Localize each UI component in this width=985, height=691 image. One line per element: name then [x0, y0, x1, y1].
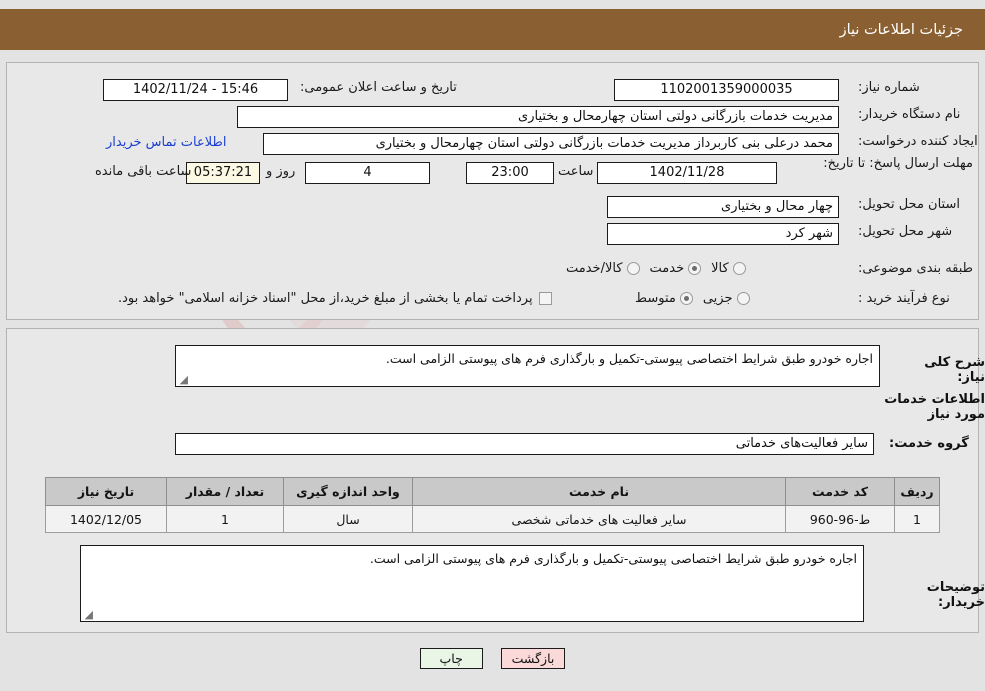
buyer-notes-label: توضیحات خریدار: [926, 580, 985, 610]
radio-kala-label: کالا [711, 261, 729, 276]
th-name: نام خدمت [412, 477, 786, 506]
resize-grip-icon-2[interactable]: ◢ [83, 609, 93, 620]
province-row: استان محل تحویل: [858, 197, 960, 212]
print-button[interactable]: چاپ [419, 648, 483, 669]
radio-kala[interactable] [732, 262, 746, 275]
cell-qty: 1 [166, 505, 284, 533]
radio-motavaset[interactable] [679, 292, 693, 305]
buyer-contact-link[interactable]: اطلاعات تماس خریدار [106, 135, 226, 150]
cell-date: 1402/12/05 [45, 505, 167, 533]
purchase-type-label: نوع فرآیند خرید : [858, 291, 950, 306]
purchase-type-options: جزیی متوسط [625, 291, 750, 306]
th-radif: ردیف [894, 477, 940, 506]
announce-datetime-field: 15:46 - 1402/11/24 [103, 79, 288, 101]
buyer-org-row: نام دستگاه خریدار: [858, 107, 960, 122]
general-desc-label: شرح کلی نیاز: [924, 355, 985, 385]
th-date: تاریخ نیاز [45, 477, 167, 506]
province-label: استان محل تحویل: [858, 197, 960, 212]
announce-datetime-row: تاریخ و ساعت اعلان عمومی: [300, 80, 457, 95]
city-row: شهر محل تحویل: [858, 224, 952, 239]
deadline-hour-field: 23:00 [466, 162, 554, 184]
radio-khedmat-label: خدمت [649, 261, 685, 276]
radio-motavaset-label: متوسط [635, 291, 676, 306]
general-desc-textarea[interactable]: اجاره خودرو طبق شرایط اختصاصی پیوستی-تکم… [175, 345, 880, 387]
cell-radif: 1 [894, 505, 940, 533]
radio-jozyi[interactable] [736, 292, 750, 305]
province-field: چهار محال و بختیاری [607, 196, 839, 218]
page-title: جزئیات اطلاعات نیاز [839, 21, 963, 38]
table-header-row: ردیف کد خدمت نام خدمت واحد اندازه گیری ت… [45, 477, 940, 506]
requester-field: محمد درعلی بنی کاربرداز مدیریت خدمات باز… [263, 133, 839, 155]
services-heading: اطلاعات خدمات مورد نیاز [884, 392, 985, 422]
general-desc-text: اجاره خودرو طبق شرایط اختصاصی پیوستی-تکم… [385, 351, 873, 366]
announce-datetime-label: تاریخ و ساعت اعلان عمومی: [300, 80, 457, 95]
table-row: 1 ط-96-960 سایر فعالیت های خدماتی شخصی س… [45, 505, 940, 533]
radio-jozyi-label: جزیی [702, 291, 733, 306]
classification-options: کالا خدمت کالا/خدمت [556, 261, 746, 276]
treasury-bond-label: پرداخت تمام یا بخشی از مبلغ خرید،از محل … [118, 291, 533, 306]
th-unit: واحد اندازه گیری [283, 477, 413, 506]
requester-label: ایجاد کننده درخواست: [858, 134, 978, 149]
service-group-label: گروه خدمت: [889, 436, 969, 451]
deadline-remaining-label: ساعت باقی مانده [95, 164, 192, 179]
cell-name: سایر فعالیت های خدماتی شخصی [412, 505, 786, 533]
radio-kala-khedmat[interactable] [626, 262, 640, 275]
radio-kala-khedmat-label: کالا/خدمت [566, 261, 623, 276]
classification-label: طبقه بندی موضوعی: [858, 261, 974, 276]
deadline-label-wrap: مهلت ارسال پاسخ: تا تاریخ: [823, 155, 973, 172]
th-qty: تعداد / مقدار [166, 477, 284, 506]
back-button[interactable]: بازگشت [500, 648, 566, 669]
cell-code: ط-96-960 [785, 505, 895, 533]
buyer-org-field: مدیریت خدمات بازرگانی دولتی استان چهارمح… [237, 106, 839, 128]
requester-row: ایجاد کننده درخواست: [858, 134, 978, 149]
need-number-field: 1102001359000035 [614, 79, 839, 101]
radio-khedmat[interactable] [688, 262, 702, 275]
classification-row: طبقه بندی موضوعی: [858, 261, 973, 276]
treasury-bond-checkbox-row[interactable]: پرداخت تمام یا بخشی از مبلغ خرید،از محل … [118, 291, 552, 306]
purchase-type-row: نوع فرآیند خرید : [858, 291, 950, 306]
deadline-label: مهلت ارسال پاسخ: تا تاریخ: [823, 156, 973, 171]
need-number-label: شماره نیاز: [858, 80, 920, 95]
services-table: ردیف کد خدمت نام خدمت واحد اندازه گیری ت… [45, 477, 940, 533]
services-table-wrap: ردیف کد خدمت نام خدمت واحد اندازه گیری ت… [45, 477, 940, 533]
city-label: شهر محل تحویل: [858, 224, 953, 239]
deadline-hour-label: ساعت [558, 164, 594, 179]
th-code: کد خدمت [785, 477, 895, 506]
service-group-field: سایر فعالیت‌های خدماتی [175, 433, 874, 455]
resize-grip-icon[interactable]: ◢ [178, 374, 188, 385]
buyer-notes-text: اجاره خودرو طبق شرایط اختصاصی پیوستی-تکم… [369, 551, 857, 566]
city-field: شهر کرد [607, 223, 839, 245]
deadline-days-label: روز و [266, 164, 296, 179]
need-number-row: شماره نیاز: [858, 80, 920, 95]
deadline-remaining-field: 05:37:21 [186, 162, 260, 184]
buyer-notes-textarea[interactable]: اجاره خودرو طبق شرایط اختصاصی پیوستی-تکم… [80, 545, 864, 622]
cell-unit: سال [283, 505, 413, 533]
treasury-bond-checkbox[interactable] [538, 292, 552, 305]
window-title-bar: جزئیات اطلاعات نیاز [0, 9, 985, 50]
deadline-date-field: 1402/11/28 [597, 162, 777, 184]
deadline-days-field: 4 [305, 162, 430, 184]
footer-button-bar: بازگشت چاپ [0, 648, 985, 669]
buyer-org-label: نام دستگاه خریدار: [858, 107, 961, 122]
